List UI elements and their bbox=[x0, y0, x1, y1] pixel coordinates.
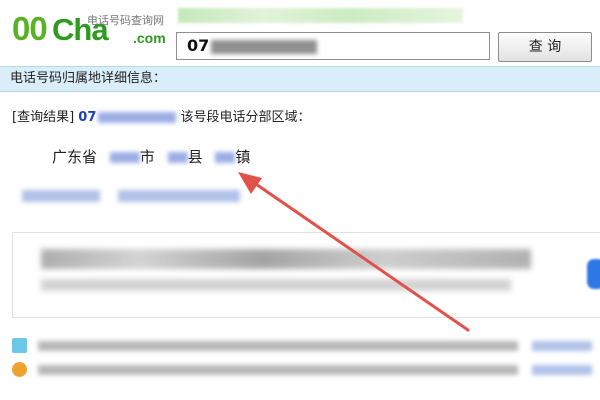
arrow-annotation bbox=[238, 172, 470, 332]
arrow-head bbox=[238, 172, 262, 194]
arrow-line bbox=[248, 178, 470, 332]
